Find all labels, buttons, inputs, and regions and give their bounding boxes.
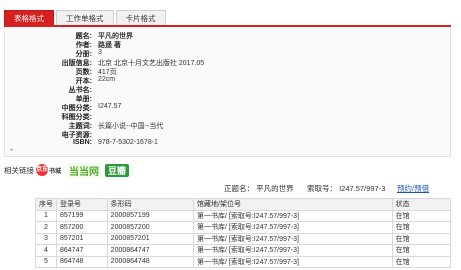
field-label: ISBN: <box>72 139 92 146</box>
cell-location: 第一书库/ [索取号:I247.57/997-3] <box>193 255 393 268</box>
field-volume: 分册: 3 <box>5 49 452 58</box>
format-tabs: 表格格式 工作单格式 卡片格式 <box>4 10 168 26</box>
field-series: 丛书名: <box>5 85 452 94</box>
dangdang-link[interactable]: 当当网 <box>67 162 102 178</box>
cell-seq: 2 <box>35 221 57 234</box>
col-seq-header: 序号 <box>35 198 57 211</box>
douban-link[interactable]: 豆瓣 <box>105 163 130 177</box>
cell-seq: 3 <box>35 232 57 245</box>
cell-location: 第一书库/ [索取号:I247.57/997-3] <box>193 209 393 222</box>
record-panel: 题名: 平凡的世界 作者: 路遥 著 分册: 3 出版信息: 北京 北京十月文艺出版社 … <box>4 27 451 157</box>
table-row: 1 857199 2000857199 第一书库/ [索取号:I247.57/9… <box>35 209 452 222</box>
cell-seq: 1 <box>35 209 57 222</box>
cell-login-no: 864748 <box>56 255 108 268</box>
tab-worksheet-format[interactable]: 工作单格式 <box>56 10 114 26</box>
cell-barcode: 2000857199 <box>106 209 195 222</box>
cell-login-no: 864747 <box>56 244 108 257</box>
field-isbn: ISBN: 978-7-5302-1678-1 <box>5 139 452 148</box>
cell-login-no: 857201 <box>56 232 108 245</box>
field-e-resource: 电子资源: <box>5 130 452 139</box>
field-author: 作者: 路遥 著 <box>5 40 452 49</box>
cell-status: 在馆 <box>391 221 452 234</box>
related-links-label: 相关链接 <box>4 165 34 175</box>
reserve-link[interactable]: 预约/预借 <box>397 183 429 193</box>
field-value: I247.57 <box>98 103 122 110</box>
related-links: 相关链接 京东 书城 当当网 豆瓣 <box>4 162 130 178</box>
call-number-info: 索取号： I247.57/997-3 <box>307 184 386 193</box>
field-sci-class: 科图分类: <box>5 112 452 121</box>
cell-location: 第一书库/ [索取号:I247.57/997-3] <box>193 244 393 257</box>
col-login-header: 登录号 <box>56 198 108 211</box>
cell-barcode: 2000864748 <box>106 255 195 268</box>
cell-login-no: 857199 <box>56 209 108 222</box>
collapse-toggle-icon[interactable]: ◂ <box>10 147 13 153</box>
field-format: 开本: 22cm <box>5 76 452 85</box>
field-value: 978-7-5302-1678-1 <box>98 139 158 146</box>
table-row: 3 857201 2000857201 第一书库/ [索取号:I247.57/9… <box>35 232 452 245</box>
field-pages: 页数: 417页 <box>5 67 452 76</box>
cell-barcode: 2000857201 <box>106 232 195 245</box>
cell-status: 在馆 <box>391 232 452 245</box>
field-single-volume: 单册: <box>5 94 452 103</box>
cell-seq: 4 <box>35 244 57 257</box>
field-title: 题名: 平凡的世界 <box>5 31 452 40</box>
table-row: 5 864748 2000864748 第一书库/ [索取号:I247.57/9… <box>35 255 452 268</box>
table-row: 2 857200 2000857200 第一书库/ [索取号:I247.57/9… <box>35 221 452 234</box>
jd-link[interactable]: 京东 书城 <box>36 164 61 176</box>
table-row: 4 864747 2000864747 第一书库/ [索取号:I247.57/9… <box>35 244 452 257</box>
col-barcode-header: 条形码 <box>106 198 195 211</box>
field-publication: 出版信息: 北京 北京十月文艺出版社 2017.05 <box>5 58 452 67</box>
jd-logo-icon: 京东 <box>36 164 48 176</box>
field-value: 3 <box>98 49 102 56</box>
holdings-table: 序号 登录号 条形码 馆藏地/架位号 状态 1 857199 200085719… <box>35 198 452 268</box>
cell-seq: 5 <box>35 255 57 268</box>
col-location-header: 馆藏地/架位号 <box>193 198 393 211</box>
col-status-header: 状态 <box>391 198 452 211</box>
field-value: 22cm <box>98 76 116 83</box>
tab-card-format[interactable]: 卡片格式 <box>115 10 166 26</box>
cell-login-no: 857200 <box>56 221 108 234</box>
cell-status: 在馆 <box>391 244 452 257</box>
field-subject: 主题词: 长篇小说--中国--当代 <box>5 121 452 130</box>
cell-status: 在馆 <box>391 209 452 222</box>
tab-table-format[interactable]: 表格格式 <box>4 10 54 26</box>
jd-logo-text: 书城 <box>49 168 62 175</box>
cell-status: 在馆 <box>391 255 452 268</box>
field-clc: 中图分类: I247.57 <box>5 103 452 112</box>
cell-barcode: 2000864747 <box>106 244 195 257</box>
cell-location: 第一书库/ [索取号:I247.57/997-3] <box>193 221 393 234</box>
cell-barcode: 2000857200 <box>106 221 195 234</box>
cell-location: 第一书库/ [索取号:I247.57/997-3] <box>193 232 393 245</box>
table-header-row: 序号 登录号 条形码 馆藏地/架位号 状态 <box>35 198 452 211</box>
main-title-info: 正题名： 平凡的世界 <box>224 184 294 193</box>
